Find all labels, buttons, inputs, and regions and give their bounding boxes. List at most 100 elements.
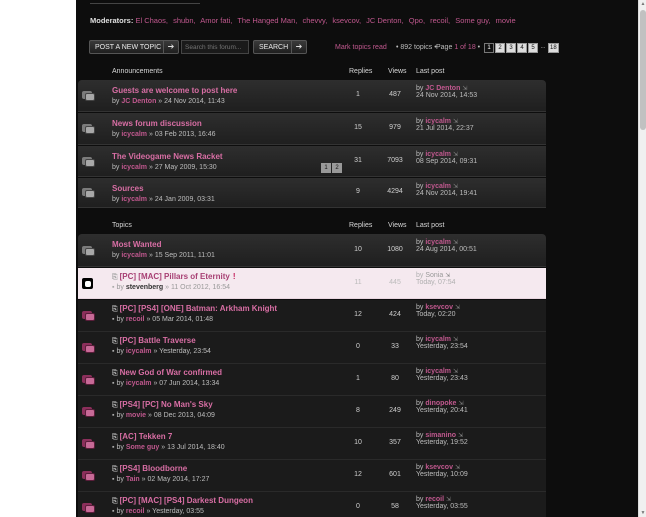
topic-title-link[interactable]: ⎘ [PC] Battle Traverse xyxy=(112,336,196,346)
page-link[interactable]: 5 xyxy=(528,43,538,53)
topic-count: • 892 topics • xyxy=(396,44,437,51)
last-post-author-link[interactable]: icycalm xyxy=(425,336,451,343)
last-post-author-link[interactable]: icycalm xyxy=(425,151,451,158)
author-link[interactable]: JC Denton xyxy=(121,98,156,105)
last-post: by icycalm ⇲ 08 Sep 2014, 09:31 xyxy=(416,151,477,165)
view-count: 4294 xyxy=(387,188,403,195)
moderator-link[interactable]: Some guy, xyxy=(455,16,490,25)
topic-title-link[interactable]: ⎘ [PC] [MAC] Pillars of Eternity! xyxy=(112,272,236,282)
topic-meta: ▪ by icycalm » Yesterday, 23:54 xyxy=(112,348,211,355)
topic-title-link[interactable]: News forum discussion xyxy=(112,119,202,128)
topic-title-link[interactable]: Guests are welcome to post here xyxy=(112,86,237,95)
author-link[interactable]: icycalm xyxy=(121,196,147,203)
scroll-up-arrow-icon[interactable]: ▲ xyxy=(639,0,646,8)
topic-meta: ▪ by recoil » 05 Mar 2014, 01:48 xyxy=(112,316,213,323)
moderator-link[interactable]: Qpo, xyxy=(409,16,425,25)
attachment-icon: ⎘ xyxy=(112,498,118,505)
author-link[interactable]: icycalm xyxy=(121,164,147,171)
last-post-author-link[interactable]: simanino xyxy=(425,432,456,439)
author-link[interactable]: icycalm xyxy=(121,131,147,138)
last-post: by recoil ⇲ Yesterday, 03:55 xyxy=(416,496,468,510)
scrollbar[interactable]: ▲ ▼ xyxy=(638,0,646,517)
topic-folder-icon xyxy=(82,310,95,321)
topic-title: [PS4] [PC] No Man's Sky xyxy=(119,400,213,409)
author-link[interactable]: icycalm xyxy=(121,252,147,259)
page-link[interactable]: 2 xyxy=(495,43,505,53)
moderator-link[interactable]: JC Denton, xyxy=(366,16,404,25)
attachment-icon: ⎘ xyxy=(112,434,118,441)
last-post-author-link[interactable]: Sonia xyxy=(425,272,443,279)
author-link[interactable]: Tain xyxy=(126,476,140,483)
last-post-author-link[interactable]: dinopoke xyxy=(425,400,456,407)
topic-title: Sources xyxy=(112,184,144,193)
topic-title-link[interactable]: Most Wanted xyxy=(112,240,161,249)
last-post-date: 24 Nov 2014, 19:41 xyxy=(416,190,478,197)
moderator-link[interactable]: Amor fati, xyxy=(200,16,232,25)
last-post-author-link[interactable]: JC Denton xyxy=(425,85,460,92)
reply-count: 10 xyxy=(354,246,362,253)
reply-count: 31 xyxy=(354,157,362,164)
author-link[interactable]: stevenberg xyxy=(126,284,163,291)
last-post-author-link[interactable]: icycalm xyxy=(425,118,451,125)
last-post-date: 24 Aug 2014, 00:51 xyxy=(416,246,477,253)
author-link[interactable]: recoil xyxy=(126,316,145,323)
announcement-row: Guests are welcome to post here by JC Den… xyxy=(78,80,546,112)
newest-post-icon: ▪ xyxy=(112,380,115,387)
moderator-link[interactable]: chevvy, xyxy=(302,16,327,25)
last-post-date: Yesterday, 20:41 xyxy=(416,407,468,414)
author-link[interactable]: movie xyxy=(126,412,146,419)
last-post-author-link[interactable]: icycalm xyxy=(425,183,451,190)
by-label: by xyxy=(416,272,426,279)
scroll-down-arrow-icon[interactable]: ▼ xyxy=(639,509,646,517)
page-link[interactable]: 4 xyxy=(517,43,527,53)
by-label: by xyxy=(112,164,122,171)
topic-title-link[interactable]: ⎘ [AC] Tekken 7 xyxy=(112,432,172,442)
search-input[interactable] xyxy=(181,40,249,54)
moderator-link[interactable]: shubn, xyxy=(173,16,196,25)
topic-title-link[interactable]: Sources xyxy=(112,184,144,193)
view-count: 249 xyxy=(389,407,401,414)
topic-title-link[interactable]: ⎘ [PS4] Bloodborne xyxy=(112,464,187,474)
moderator-link[interactable]: recoil, xyxy=(430,16,450,25)
last-post-author-link[interactable]: ksevcov xyxy=(425,304,453,311)
author-link[interactable]: recoil xyxy=(126,508,145,515)
topic-title-link[interactable]: ⎘ [PC] [PS4] [ONE] Batman: Arkham Knight xyxy=(112,304,277,314)
moderator-link[interactable]: The Hanged Man, xyxy=(237,16,297,25)
icon-front xyxy=(85,159,95,167)
page-link[interactable]: 3 xyxy=(506,43,516,53)
by-label: by xyxy=(116,284,126,291)
topic-folder-icon xyxy=(82,470,95,481)
topic-title-link[interactable]: ⎘ [PS4] [PC] No Man's Sky xyxy=(112,400,213,410)
moderator-link[interactable]: ksevcov, xyxy=(332,16,361,25)
last-post-author-link[interactable]: icycalm xyxy=(425,239,451,246)
last-post-author-link[interactable]: recoil xyxy=(425,496,444,503)
topic-title-link[interactable]: ⎘ [PC] [MAC] [PS4] Darkest Dungeon xyxy=(112,496,253,506)
pagination-ellipsis: ... xyxy=(540,44,546,50)
topics-heading: Topics xyxy=(112,222,132,229)
last-post-author-link[interactable]: icycalm xyxy=(425,368,451,375)
topic-page-link[interactable]: 1 xyxy=(321,163,331,173)
icon-front xyxy=(85,441,95,449)
page-link[interactable]: 1 xyxy=(484,43,494,53)
topic-title-link[interactable]: ⎘ New God of War confirmed xyxy=(112,368,222,378)
search-button-label: SEARCH xyxy=(259,44,289,51)
reply-count: 8 xyxy=(356,407,360,414)
moderator-link[interactable]: El Chaos, xyxy=(135,16,168,25)
topic-page-link[interactable]: 2 xyxy=(332,163,342,173)
last-post-author-link[interactable]: ksevcov xyxy=(425,464,453,471)
view-count: 487 xyxy=(389,91,401,98)
icon-front xyxy=(85,93,95,101)
topic-row: ⎘ [PC] Battle Traverse ▪ by icycalm » Yeste… xyxy=(78,332,546,364)
author-link[interactable]: Some guy xyxy=(126,444,159,451)
scroll-thumb[interactable] xyxy=(640,10,646,130)
topic-title: [AC] Tekken 7 xyxy=(119,432,173,441)
topic-folder-icon xyxy=(82,342,95,353)
search-button[interactable]: SEARCH ➔ xyxy=(253,40,307,54)
page-link[interactable]: 18 xyxy=(548,43,559,53)
author-link[interactable]: icycalm xyxy=(126,348,152,355)
post-new-topic-button[interactable]: POST A NEW TOPIC ➔ xyxy=(89,40,179,54)
mark-topics-read-link[interactable]: Mark topics read xyxy=(335,44,387,51)
topic-title-link[interactable]: The Videogame News Racket xyxy=(112,152,223,161)
moderator-link[interactable]: movie xyxy=(496,16,516,25)
author-link[interactable]: icycalm xyxy=(126,380,152,387)
